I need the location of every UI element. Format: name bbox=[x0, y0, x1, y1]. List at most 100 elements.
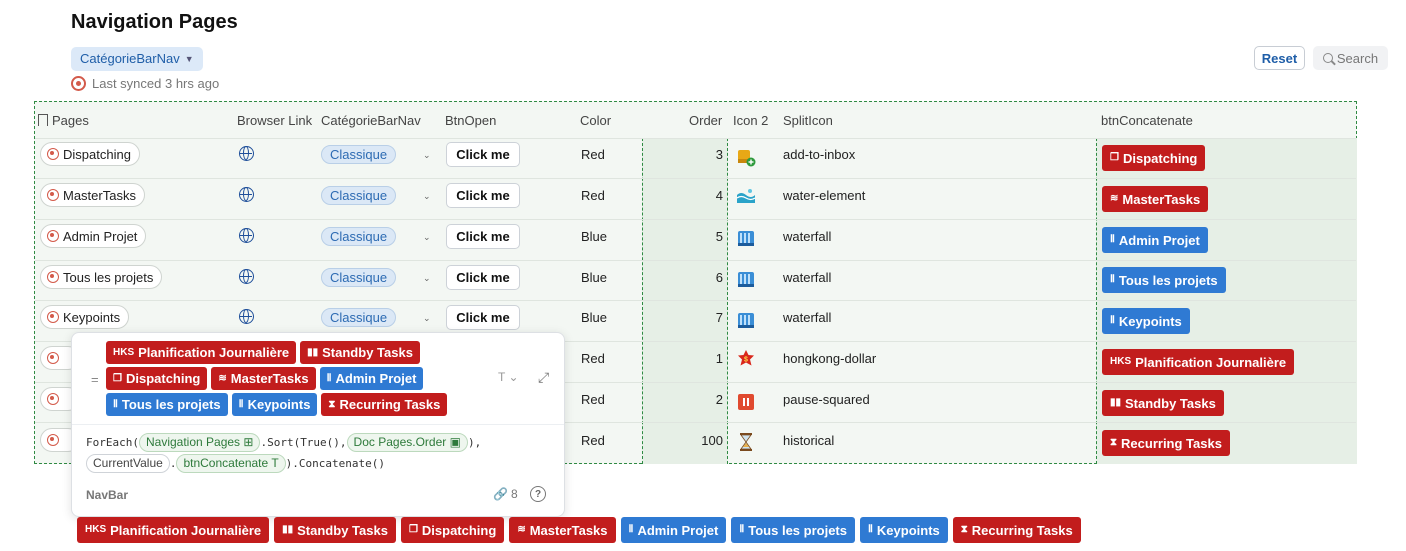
globe-icon[interactable] bbox=[239, 309, 254, 324]
page-chip-mastertasks[interactable]: MasterTasks bbox=[40, 183, 145, 207]
header-btn-open[interactable]: BtnOpen bbox=[445, 113, 496, 128]
formula-text: ).Concatenate() bbox=[285, 457, 385, 470]
globe-icon[interactable] bbox=[239, 187, 254, 202]
globe-icon[interactable] bbox=[239, 146, 254, 161]
result-tag: HKS Planification Journalière bbox=[106, 341, 297, 364]
click-me-button[interactable]: Click me bbox=[446, 224, 520, 249]
navbar-tag-icon: ≋ bbox=[517, 524, 526, 535]
category-filter-chip[interactable]: CatégorieBarNav ▼ bbox=[71, 47, 203, 71]
globe-icon[interactable] bbox=[239, 228, 254, 243]
navbar-tag-icon: ⧗ bbox=[960, 524, 968, 535]
page-source-icon bbox=[47, 393, 59, 405]
formula-chip-label: Doc Pages.Order bbox=[353, 435, 447, 449]
page-source-icon bbox=[47, 352, 59, 364]
page-chip-label: Dispatching bbox=[63, 146, 131, 162]
header-categorie[interactable]: CatégorieBarNav bbox=[321, 113, 421, 128]
result-tag-icon: Ⅱ bbox=[238, 398, 244, 410]
categorie-chip[interactable]: Classique bbox=[321, 268, 397, 287]
concat-tag-cell[interactable]: ⧗ Recurring Tasks bbox=[1102, 430, 1230, 456]
navbar-tag[interactable]: ≋ MasterTasks bbox=[509, 517, 616, 543]
split-icon-cell: waterfall bbox=[783, 229, 832, 244]
sync-source-icon bbox=[71, 76, 86, 91]
concat-tag-cell[interactable]: Ⅱ Tous les projets bbox=[1102, 267, 1226, 293]
navbar-tag-label: MasterTasks bbox=[529, 522, 608, 538]
page-chip-tous-les-projets[interactable]: Tous les projets bbox=[40, 265, 163, 289]
search-button[interactable]: Search bbox=[1313, 46, 1388, 70]
page-chip-admin-projet[interactable]: Admin Projet bbox=[40, 224, 147, 248]
result-tag: Ⅱ Tous les projets bbox=[106, 393, 228, 416]
pause-squared-icon bbox=[736, 392, 756, 412]
click-me-button[interactable]: Click me bbox=[446, 305, 520, 330]
page-chip-dispatching[interactable]: Dispatching bbox=[40, 142, 140, 166]
globe-icon[interactable] bbox=[239, 269, 254, 284]
formula-popup[interactable]: = HKS Planification Journalière ▮▮ Standby… bbox=[71, 332, 565, 517]
color-cell: Red bbox=[581, 433, 605, 448]
concat-tag-cell[interactable]: HKS Planification Journalière bbox=[1102, 349, 1295, 375]
navbar-tag[interactable]: ▮▮ Standby Tasks bbox=[274, 517, 396, 543]
header-order[interactable]: Order bbox=[689, 113, 722, 128]
result-tag: ❐ Dispatching bbox=[106, 367, 208, 390]
page-chip-label: Admin Projet bbox=[63, 228, 138, 244]
page-source-icon bbox=[47, 434, 59, 446]
concat-tag-label: Recurring Tasks bbox=[1121, 435, 1222, 451]
concat-tag-cell[interactable]: ❐ Dispatching bbox=[1102, 145, 1206, 171]
formula-chip-current-value[interactable]: CurrentValue bbox=[86, 454, 170, 473]
page-title: Navigation Pages bbox=[71, 11, 238, 33]
color-cell: Red bbox=[581, 147, 605, 162]
header-pages[interactable]: Pages bbox=[38, 113, 89, 128]
concat-tag-cell[interactable]: ▮▮ Standby Tasks bbox=[1102, 390, 1224, 416]
formula-chip-table[interactable]: Navigation Pages ⊞ bbox=[138, 433, 261, 452]
concat-tag-label: MasterTasks bbox=[1122, 191, 1201, 207]
chevron-down-icon[interactable]: ⌄ bbox=[423, 273, 431, 284]
header-color[interactable]: Color bbox=[580, 113, 611, 128]
order-column-highlight bbox=[642, 138, 728, 464]
chevron-down-icon[interactable]: ⌄ bbox=[423, 313, 431, 324]
color-cell: Blue bbox=[581, 270, 608, 285]
type-selector[interactable]: T ⌄ bbox=[498, 370, 519, 384]
click-me-button[interactable]: Click me bbox=[446, 142, 520, 167]
concat-tag-icon: Ⅱ bbox=[1110, 315, 1115, 326]
concat-tag-cell[interactable]: ≋ MasterTasks bbox=[1102, 186, 1209, 212]
chevron-down-icon[interactable]: ⌄ bbox=[423, 191, 431, 202]
navbar-result: HKS Planification Journalière ▮▮ Standby T… bbox=[77, 517, 1081, 543]
navbar-tag[interactable]: Ⅱ Admin Projet bbox=[620, 517, 727, 543]
header-btn-concatenate[interactable]: btnConcatenate bbox=[1101, 113, 1193, 128]
header-icon2[interactable]: Icon 2 bbox=[733, 113, 768, 128]
text-column-icon: T bbox=[271, 456, 279, 470]
chevron-down-icon[interactable]: ⌄ bbox=[423, 232, 431, 243]
result-tag-label: MasterTasks bbox=[230, 371, 309, 386]
navbar-tag[interactable]: HKS Planification Journalière bbox=[77, 517, 270, 543]
references-count[interactable]: 🔗 8 bbox=[493, 487, 518, 501]
concat-tag-cell[interactable]: Ⅱ Keypoints bbox=[1102, 308, 1190, 334]
expand-icon[interactable]: ⤢ bbox=[538, 369, 549, 386]
categorie-chip[interactable]: Classique bbox=[321, 308, 397, 327]
chevron-down-icon[interactable]: ⌄ bbox=[423, 150, 431, 161]
categorie-chip[interactable]: Classique bbox=[321, 145, 397, 164]
header-browser-link[interactable]: Browser Link bbox=[237, 113, 312, 128]
header-split-icon[interactable]: SplitIcon bbox=[783, 113, 833, 128]
help-icon[interactable]: ? bbox=[530, 486, 546, 502]
formula-chip-column[interactable]: btnConcatenate T bbox=[176, 454, 286, 473]
reset-button[interactable]: Reset bbox=[1254, 46, 1305, 70]
split-icon-cell: water-element bbox=[783, 188, 866, 203]
click-me-button[interactable]: Click me bbox=[446, 183, 520, 208]
concat-tag-icon: ▮▮ bbox=[1110, 397, 1122, 408]
navbar-tag[interactable]: ⧗ Recurring Tasks bbox=[952, 517, 1081, 543]
click-me-button[interactable]: Click me bbox=[446, 265, 520, 290]
result-tag-icon: Ⅱ bbox=[113, 398, 118, 410]
concat-tag-cell[interactable]: Ⅱ Admin Projet bbox=[1102, 227, 1208, 253]
page-chip-label: Tous les projets bbox=[63, 269, 154, 285]
navbar-tag[interactable]: Ⅱ Tous les projets bbox=[731, 517, 855, 543]
sync-status: Last synced 3 hrs ago bbox=[71, 76, 219, 91]
number-column-icon: ▣ bbox=[449, 435, 461, 449]
categorie-chip[interactable]: Classique bbox=[321, 227, 397, 246]
page-chip-keypoints[interactable]: Keypoints bbox=[40, 305, 130, 329]
result-tag: Ⅱ Keypoints bbox=[231, 393, 318, 416]
navbar-tag[interactable]: ❐ Dispatching bbox=[400, 517, 505, 543]
formula-editor[interactable]: ForEach(Navigation Pages ⊞ .Sort(True(), D… bbox=[86, 432, 556, 474]
sync-text: Last synced 3 hrs ago bbox=[92, 76, 220, 91]
categorie-chip[interactable]: Classique bbox=[321, 186, 397, 205]
formula-chip-column[interactable]: Doc Pages.Order ▣ bbox=[346, 433, 468, 452]
navbar-tag[interactable]: Ⅱ Keypoints bbox=[860, 517, 948, 543]
page-source-icon bbox=[47, 271, 59, 283]
